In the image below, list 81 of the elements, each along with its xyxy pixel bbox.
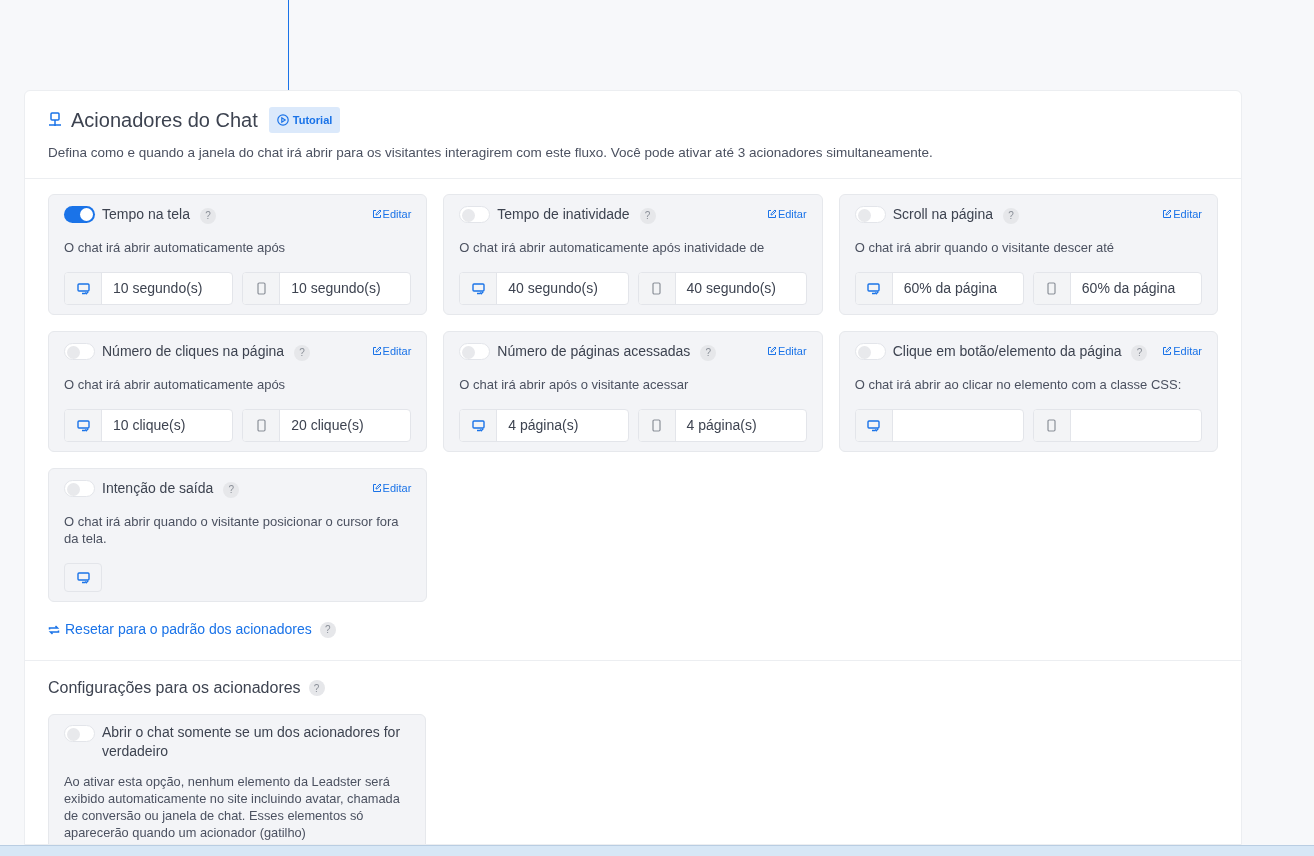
toggle-switch[interactable] [854,205,886,223]
trigger-title: Número de páginas acessadas [497,341,691,361]
help-badge[interactable]: ? [308,680,325,697]
trigger-description: O chat irá abrir automaticamente após [64,376,287,394]
phone-icon [256,419,266,433]
value-field[interactable]: 20 clique(s) [242,409,412,443]
section-description: Defina como e quando a janela do chat irá abrir para os visitantes interagirem com este fluxo. Você pode ativar até 3 acionadores simultaneamente. [48,144,934,162]
toggle-switch[interactable] [459,342,491,360]
value-field[interactable]: 4 página(s) [459,409,629,443]
edit-icon [371,483,382,494]
value-field[interactable]: 10 clique(s) [64,409,234,443]
toggle-switch[interactable] [64,479,95,497]
trigger-description: O chat irá abrir quando o visitante posicionar o cursor fora da tela. [64,513,400,548]
setting-description: Ao ativar esta opção, nenhum elemento da Leadster será exibido automaticamente no site incluindo avatar, chamada de conversão ou janela de chat. Esses elementos só aparecerão quando um acionador (gatilho) [64,773,401,842]
help-badge[interactable]: ? [294,344,311,361]
setting-title: Abrir o chat somente se um dos acionadores for verdadeiro [102,723,402,762]
help-badge[interactable]: ? [639,207,656,224]
help-badge[interactable]: ? [199,207,216,224]
value-field[interactable]: 40 segundo(s) [459,272,629,306]
monitor-icon [471,419,485,432]
phone-icon [1047,282,1057,296]
tutorial-button[interactable]: Tutorial [268,107,341,133]
value-field[interactable]: 60% da página [854,272,1024,306]
phone-icon [652,419,661,433]
edit-link[interactable]: Editar [371,480,412,497]
monitor-icon [76,571,90,584]
edit-link[interactable]: Editar [371,343,412,360]
refresh-icon [48,623,60,636]
play-icon [276,114,289,126]
value-field[interactable]: 60% da página [1032,272,1202,306]
desktop-button[interactable] [64,563,102,593]
value-field[interactable]: 10 segundo(s) [242,272,412,306]
edit-link[interactable]: Editar [371,206,412,223]
toggle-switch[interactable] [459,205,491,223]
trigger-description: O chat irá abrir ao clicar no elemento com a classe CSS: [854,376,1183,394]
trigger-title: Intenção de saída [102,478,214,498]
help-badge[interactable]: ? [1003,207,1020,224]
settings-title: Configurações para os acionadores [48,678,301,699]
toggle-switch[interactable] [64,725,95,743]
trigger-description: O chat irá abrir automaticamente após inatividade de [459,239,766,257]
phone-icon [256,282,266,296]
help-badge[interactable]: ? [700,344,717,361]
trigger-title: Clique em botão/elemento da página [892,341,1122,361]
edit-icon [766,209,777,220]
help-badge[interactable]: ? [1131,344,1148,361]
trigger-title: Scroll na página [892,204,994,224]
value-field[interactable]: 40 segundo(s) [637,272,807,306]
value-field[interactable] [1032,409,1202,443]
phone-icon [652,282,661,296]
section-title: Acionadores do Chat [71,108,258,133]
edit-icon [1162,209,1173,220]
trigger-title: Tempo na tela [102,204,190,224]
trigger-description: O chat irá abrir quando o visitante descer até [854,239,1116,257]
monitor-icon [471,282,485,295]
help-badge[interactable]: ? [319,621,336,638]
value-field[interactable] [854,409,1024,443]
monitor-icon [867,282,881,295]
edit-icon [766,346,777,357]
trigger-description: O chat irá abrir automaticamente após [64,239,287,257]
help-badge[interactable]: ? [223,481,240,498]
reset-link[interactable]: Resetar para o padrão dos acionadores [48,619,312,641]
trigger-title: Número de cliques na página [102,341,285,361]
phone-icon [1047,419,1057,433]
toggle-switch[interactable] [854,342,886,360]
edit-link[interactable]: Editar [766,206,807,223]
edit-icon [1162,346,1173,357]
value-field[interactable]: 4 página(s) [637,409,807,443]
trigger-description: O chat irá abrir após o visitante acessar [459,376,690,394]
edit-link[interactable]: Editar [766,343,807,360]
edit-icon [371,346,382,357]
value-field[interactable]: 10 segundo(s) [64,272,234,306]
edit-link[interactable]: Editar [1162,343,1202,360]
edit-link[interactable]: Editar [1162,206,1202,223]
monitor-icon [867,419,881,432]
toggle-switch[interactable] [64,342,95,360]
monitor-icon [76,282,90,295]
edit-icon [371,209,382,220]
network-icon [48,112,62,128]
toggle-switch[interactable] [64,205,95,223]
monitor-icon [76,419,90,432]
trigger-title: Tempo de inatividade [497,204,630,224]
